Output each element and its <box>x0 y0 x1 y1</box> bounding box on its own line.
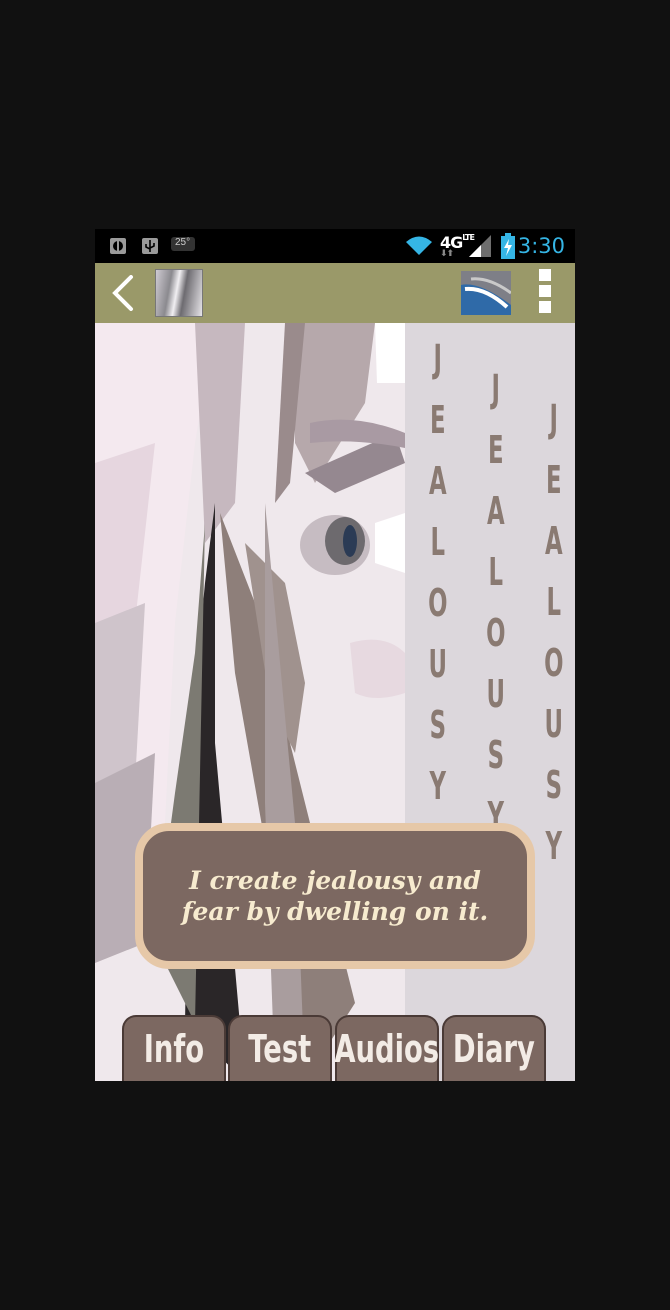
word-2-text: JEALOUSY <box>482 367 509 855</box>
vertical-word-2: JEALOUSY <box>479 367 509 855</box>
chevron-left-icon[interactable] <box>109 275 139 311</box>
vertical-word-1: JEALOUSY <box>421 337 451 825</box>
overflow-menu-icon[interactable] <box>539 269 551 317</box>
tab-info-label: Info <box>143 1027 205 1071</box>
app-thumbnail[interactable] <box>155 269 203 317</box>
action-bar <box>95 263 575 323</box>
usb-icon <box>142 238 158 254</box>
bottom-tab-bar: Info Test Audios Diary <box>122 1015 548 1081</box>
battery-charging-icon <box>501 233 515 259</box>
tab-info[interactable]: Info <box>122 1015 226 1081</box>
main-content: JEALOUSY JEALOUSY JEALOUSY I create jeal… <box>95 323 575 1081</box>
word-1-text: JEALOUSY <box>424 337 451 825</box>
vertical-word-3: JEALOUSY <box>537 397 567 885</box>
phone-screen: 25° 4GLTE ⬇⬆ 3:30 JEALOUSY JEALOUSY JEAL… <box>95 229 575 1081</box>
temperature: 25° <box>175 237 191 248</box>
tab-test-label: Test <box>248 1027 312 1071</box>
signal-icon <box>469 235 491 257</box>
weather-icon: 25° <box>171 237 195 251</box>
tab-diary[interactable]: Diary <box>442 1015 546 1081</box>
tab-audios-label: Audios <box>334 1027 440 1071</box>
tab-test[interactable]: Test <box>228 1015 332 1081</box>
word-3-text: JEALOUSY <box>540 397 567 885</box>
tab-audios[interactable]: Audios <box>335 1015 439 1081</box>
clock: 3:30 <box>517 234 565 258</box>
affirmation-card[interactable]: I create jealousy and fear by dwelling o… <box>135 823 535 969</box>
wifi-icon <box>406 236 432 255</box>
tab-diary-label: Diary <box>453 1027 535 1071</box>
status-bar: 25° 4GLTE ⬇⬆ 3:30 <box>95 229 575 263</box>
share-icon[interactable] <box>461 271 511 315</box>
android-debug-icon <box>110 238 126 254</box>
affirmation-text: I create jealousy and fear by dwelling o… <box>181 866 489 926</box>
